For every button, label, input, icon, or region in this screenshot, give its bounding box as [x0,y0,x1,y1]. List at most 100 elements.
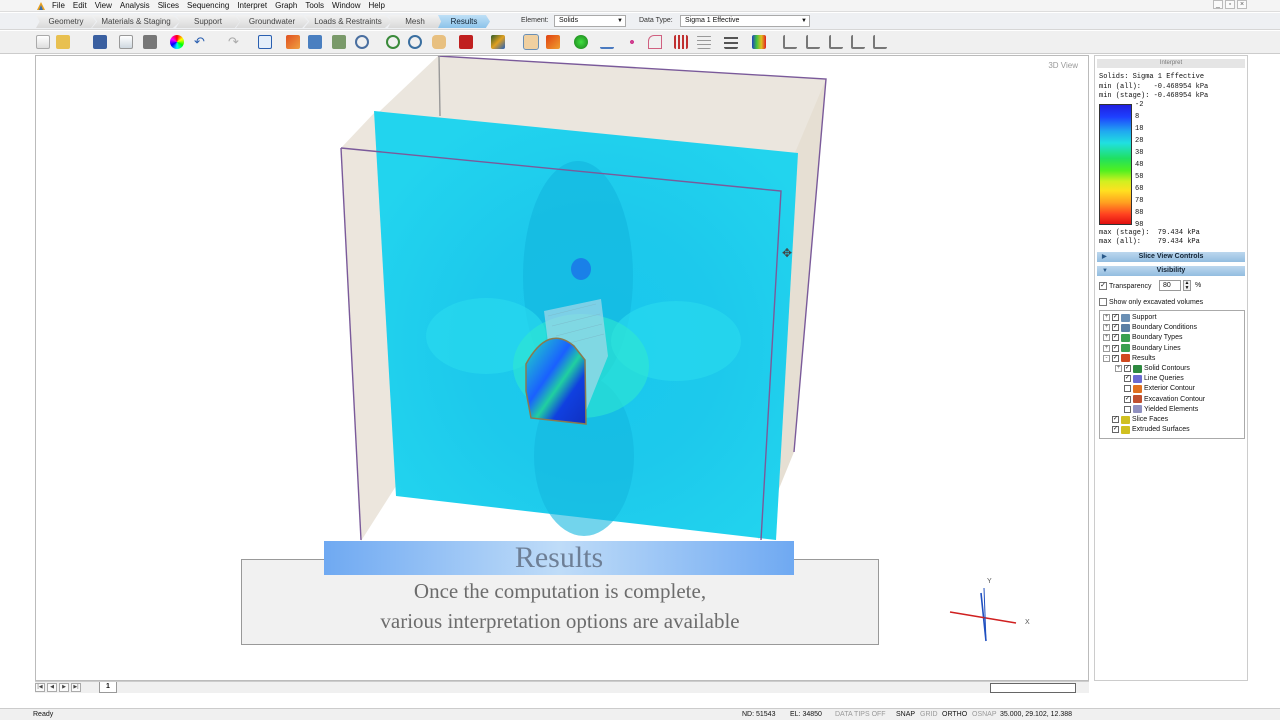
undo-icon[interactable]: ↶ [194,35,208,49]
print-preview-icon[interactable] [119,35,133,49]
tree-checkbox[interactable] [1124,385,1131,393]
menu-slices[interactable]: Slices [158,0,179,11]
tree-expander-icon[interactable]: + [1115,365,1122,372]
ruler2-icon[interactable] [806,35,820,49]
tree-checkbox[interactable]: ✓ [1112,324,1119,332]
grid-icon[interactable] [674,35,688,49]
grid2-icon[interactable] [697,35,711,49]
tree-checkbox[interactable]: ✓ [1112,354,1119,362]
zoom-icon[interactable] [355,35,369,49]
first-sheet-icon[interactable]: |◀ [35,683,45,692]
tree-checkbox[interactable]: ✓ [1124,365,1131,372]
line-query-icon[interactable] [600,35,614,49]
menu-edit[interactable]: Edit [73,0,87,11]
print-icon[interactable] [143,35,157,49]
tab-materials-staging[interactable]: Materials & Staging [92,15,180,28]
tab-results[interactable]: Results [438,15,490,28]
tree-checkbox[interactable]: ✓ [1124,395,1131,403]
tree-checkbox[interactable]: ✓ [1112,314,1119,321]
status-grid[interactable]: GRID [920,709,938,720]
tab-mesh[interactable]: Mesh [388,15,442,28]
color-map-icon[interactable] [752,35,766,49]
tree-item-support[interactable]: + ✓ Support [1103,313,1157,322]
visibility-header[interactable]: ▼ Visibility [1097,266,1245,276]
tree-expander-icon[interactable]: + [1103,344,1110,352]
command-input[interactable] [990,683,1076,693]
slice-view-controls-header[interactable]: ▶ Slice View Controls [1097,252,1245,262]
calculator-icon[interactable] [332,35,346,49]
zoom-in-icon[interactable] [386,35,400,49]
tab-loads-restraints[interactable]: Loads & Restraints [304,15,392,28]
tree-expander-icon[interactable]: - [1103,354,1110,362]
tree-expander-icon[interactable]: + [1103,324,1110,332]
status-ortho[interactable]: ORTHO [942,709,967,720]
redo-icon[interactable]: ↷ [228,35,242,49]
menu-analysis[interactable]: Analysis [120,0,150,11]
transparency-input[interactable]: 80 [1159,280,1181,291]
tree-checkbox[interactable] [1124,405,1131,413]
pointer-icon[interactable] [523,34,539,50]
menu-tools[interactable]: Tools [305,0,324,11]
menu-help[interactable]: Help [368,0,384,11]
tree-item-extruded-surfaces[interactable]: ✓ Extruded Surfaces [1103,425,1190,434]
tree-item-exterior-contour[interactable]: Exterior Contour [1115,384,1195,393]
menu-sequencing[interactable]: Sequencing [187,0,229,11]
tree-item-excavation-contour[interactable]: ✓ Excavation Contour [1115,395,1205,404]
tree-checkbox[interactable]: ✓ [1112,334,1119,342]
open-folder-icon[interactable] [56,35,70,49]
points-icon[interactable] [625,35,639,49]
tab-groundwater[interactable]: Groundwater [236,15,308,28]
data-type-select[interactable]: Sigma 1 Effective ▼ [680,15,810,27]
3d-viewport[interactable]: Y X 3D View ✥ Results Once the computati… [35,55,1089,681]
element-select[interactable]: Solids ▼ [554,15,626,27]
prev-sheet-icon[interactable]: ◀ [47,683,57,692]
status-data-tips[interactable]: DATA TIPS OFF [835,709,886,720]
tab-support[interactable]: Support [176,15,240,28]
close-icon[interactable]: × [1237,0,1247,9]
sheet-tab-1[interactable]: 1 [99,682,117,693]
align-icon[interactable] [724,35,738,49]
tree-expander-icon[interactable]: + [1103,314,1110,321]
menu-interpret[interactable]: Interpret [237,0,267,11]
tree-expander-icon[interactable]: + [1103,334,1110,342]
contour-icon[interactable] [491,35,505,49]
save-icon[interactable] [93,35,107,49]
layout-icon[interactable] [258,35,272,49]
menu-window[interactable]: Window [332,0,360,11]
tree-item-boundary-types[interactable]: + ✓ Boundary Types [1103,333,1182,342]
curve-icon[interactable] [648,35,662,49]
excavated-only-checkbox[interactable] [1099,298,1107,306]
ruler4-icon[interactable] [851,35,865,49]
new-file-icon[interactable] [36,35,50,49]
box-view-icon[interactable] [459,35,473,49]
last-sheet-icon[interactable]: ▶| [71,683,81,692]
tab-geometry[interactable]: Geometry [36,15,96,28]
tree-item-boundary-lines[interactable]: + ✓ Boundary Lines [1103,344,1181,353]
tree-checkbox[interactable]: ✓ [1112,426,1119,434]
ruler5-icon[interactable] [873,35,887,49]
pan-hand-icon[interactable] [432,35,446,49]
tree-item-boundary-conditions[interactable]: + ✓ Boundary Conditions [1103,323,1197,332]
tree-item-slice-faces[interactable]: ✓ Slice Faces [1103,415,1168,424]
tree-checkbox[interactable]: ✓ [1112,344,1119,352]
color-wheel-icon[interactable] [170,35,184,49]
transparency-checkbox[interactable]: ✓ [1099,282,1107,290]
next-sheet-icon[interactable]: ▶ [59,683,69,692]
solid-icon[interactable] [546,35,560,49]
sphere-icon[interactable] [574,35,588,49]
ruler1-icon[interactable] [783,35,797,49]
minimize-icon[interactable]: _ [1213,0,1223,9]
compute-icon[interactable] [308,35,322,49]
tree-checkbox[interactable]: ✓ [1112,416,1119,423]
menu-file[interactable]: File [52,0,65,11]
menu-view[interactable]: View [95,0,112,11]
ruler3-icon[interactable] [829,35,843,49]
transparency-spinner[interactable]: ▲ ▼ [1183,280,1191,291]
tree-item-results[interactable]: - ✓ Results [1103,354,1155,363]
tree-item-yielded-elements[interactable]: Yielded Elements [1115,405,1198,414]
tree-item-line-queries[interactable]: ✓ Line Queries [1115,374,1184,383]
tree-checkbox[interactable]: ✓ [1124,375,1131,383]
status-snap[interactable]: SNAP [896,709,915,720]
tools-icon[interactable] [286,35,300,49]
menu-graph[interactable]: Graph [275,0,297,11]
